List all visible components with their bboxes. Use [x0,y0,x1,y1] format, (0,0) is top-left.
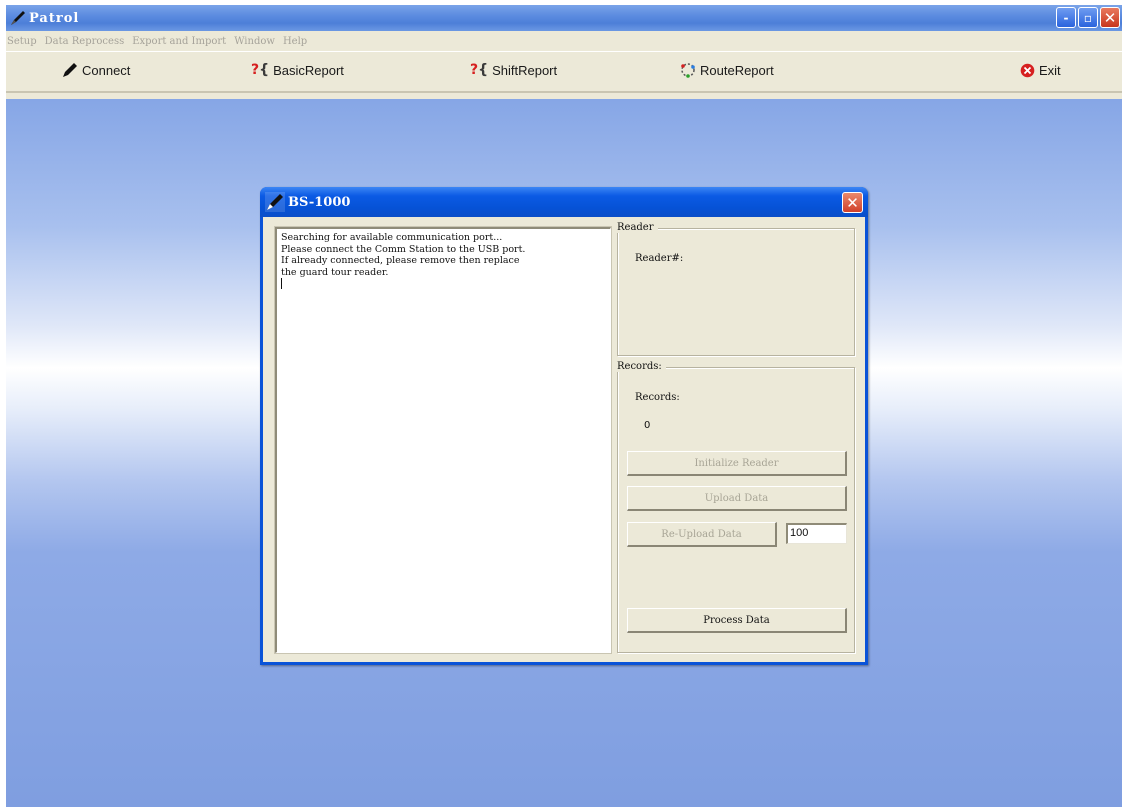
log-textarea[interactable]: Searching for available communication po… [274,226,612,654]
route-report-button[interactable]: RouteReport [680,62,774,78]
initialize-reader-label: Initialize Reader [694,457,779,469]
pen-icon [8,8,28,28]
restore-button[interactable]: ▫ [1078,7,1098,28]
exit-button[interactable]: Exit [1020,62,1061,78]
dialog-body: Searching for available communication po… [263,217,865,662]
close-button[interactable]: ✕ [1100,7,1120,28]
basic-report-button[interactable]: ?{ BasicReport [251,62,344,78]
dialog-title-bar[interactable]: BS-1000 ✕ [260,187,868,217]
shift-report-button[interactable]: ?{ ShiftReport [470,62,557,78]
records-group-label: Records: [617,361,666,372]
close-icon: ✕ [1103,8,1117,27]
report-icon: ?{ [470,62,489,78]
window-controls: - ▫ ✕ [1056,7,1120,28]
reupload-count-value: 100 [790,527,809,539]
reupload-count-input[interactable]: 100 [786,523,847,544]
pen-icon [62,62,78,78]
minimize-button[interactable]: - [1056,7,1076,28]
route-report-label: RouteReport [700,62,774,78]
reader-group: Reader Reader#: [617,222,855,356]
toolbar: Connect ?{ BasicReport ?{ ShiftReport Ro… [6,51,1122,93]
upload-data-label: Upload Data [704,492,769,504]
route-icon [680,62,696,78]
text-caret [281,278,282,289]
bs1000-dialog: BS-1000 ✕ Searching for available commun… [260,187,868,665]
exit-label: Exit [1039,62,1061,78]
process-data-button[interactable]: Process Data [627,608,847,633]
reader-group-label: Reader [617,222,658,233]
records-group: Records: Records: 0 Initialize Reader Up… [617,361,855,653]
reader-number-label: Reader#: [635,253,684,264]
reupload-data-label: Re-Upload Data [661,528,742,540]
initialize-reader-button[interactable]: Initialize Reader [627,451,847,476]
connect-label: Connect [82,62,131,78]
process-data-label: Process Data [703,614,770,626]
menu-data-reprocess[interactable]: Data Reprocess [45,36,125,47]
records-count: 0 [644,420,651,431]
reupload-data-button[interactable]: Re-Upload Data [627,522,777,547]
report-icon: ?{ [251,62,270,78]
title-bar[interactable]: Patrol - ▫ ✕ [6,5,1122,31]
minimize-icon: - [1063,10,1069,25]
menu-setup[interactable]: Setup [7,36,37,47]
upload-data-button[interactable]: Upload Data [627,486,847,511]
dialog-title: BS-1000 [288,194,351,210]
restore-icon: ▫ [1083,10,1093,25]
menu-help[interactable]: Help [283,36,307,47]
menu-window[interactable]: Window [234,36,275,47]
records-label: Records: [635,392,680,403]
menu-bar: Setup Data Reprocess Export and Import W… [6,31,1122,51]
exit-icon [1020,62,1035,78]
app-title: Patrol [29,10,80,26]
basic-report-label: BasicReport [273,62,344,78]
pen-icon [264,191,286,213]
dialog-close-button[interactable]: ✕ [842,192,863,213]
close-icon: ✕ [846,193,859,212]
shift-report-label: ShiftReport [492,62,558,78]
connect-button[interactable]: Connect [62,62,130,78]
log-text: Searching for available communication po… [281,232,526,278]
menu-export-import[interactable]: Export and Import [132,36,226,47]
